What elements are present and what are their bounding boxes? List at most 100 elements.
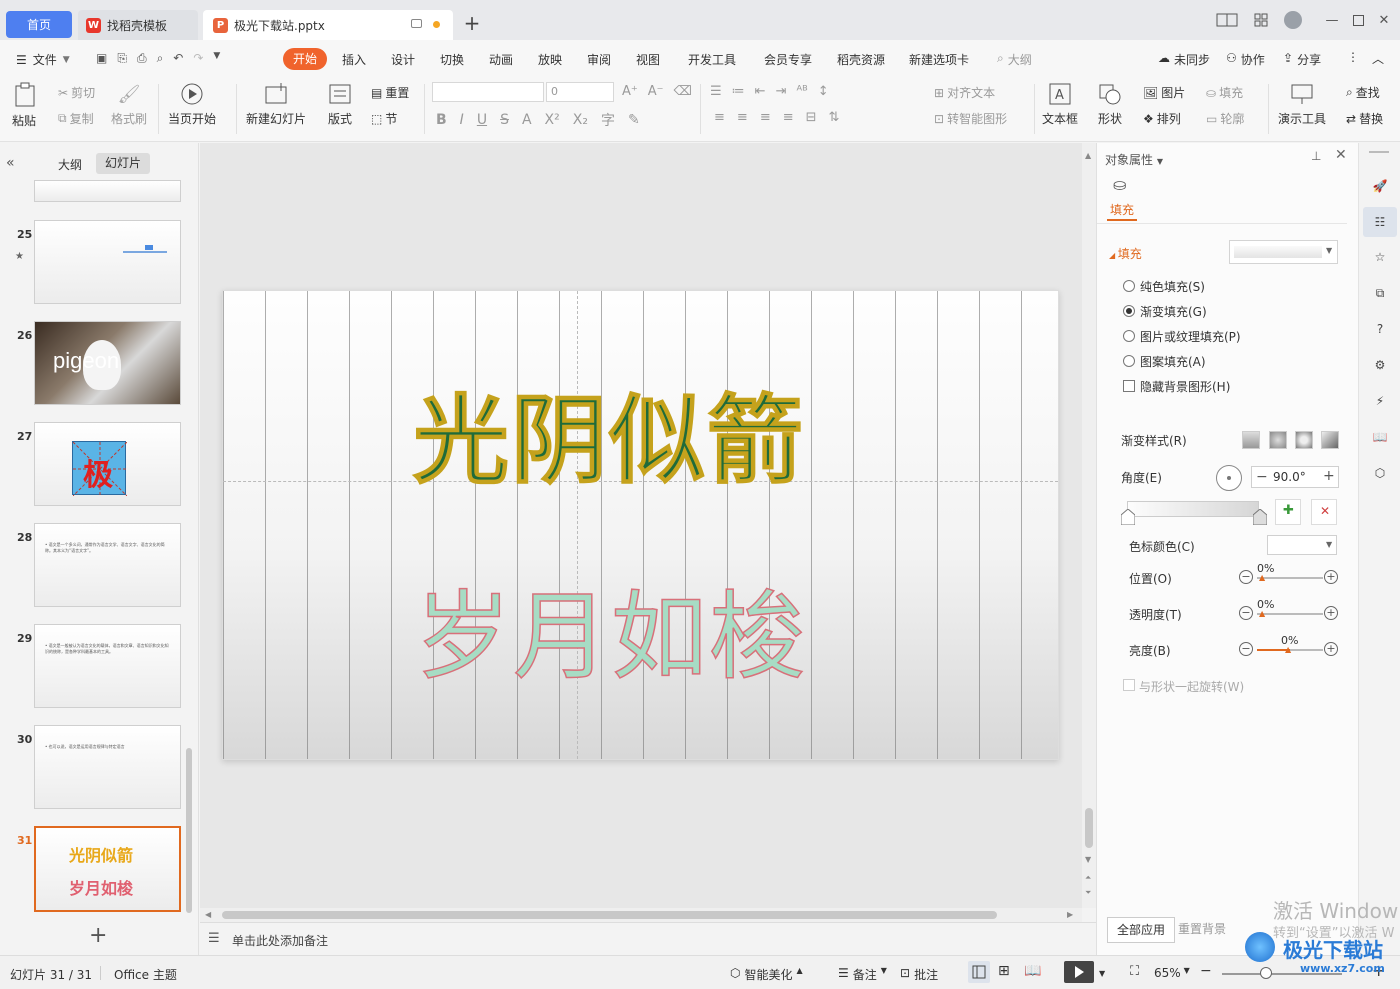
- textbox-button[interactable]: A 文本框: [1042, 82, 1078, 127]
- reading-view-icon[interactable]: 📖: [1024, 963, 1041, 979]
- minus-icon[interactable]: −: [1256, 469, 1268, 485]
- menu-tab-docer[interactable]: 稻壳资源: [837, 51, 885, 68]
- position-plus-button[interactable]: +: [1324, 570, 1338, 584]
- fill-option-gradient-radio[interactable]: [1123, 305, 1135, 317]
- chevron-down-icon[interactable]: ▼: [1099, 969, 1105, 978]
- horizontal-scroll-thumb[interactable]: [222, 911, 997, 919]
- font-size-select[interactable]: 0: [546, 82, 614, 102]
- close-icon[interactable]: ✕: [1373, 10, 1395, 30]
- customize-toolbar-icon[interactable]: ▼: [213, 51, 220, 66]
- avatar[interactable]: [1282, 10, 1304, 30]
- shape-button[interactable]: 形状: [1098, 82, 1122, 127]
- menu-tab-slideshow[interactable]: 放映: [538, 51, 562, 68]
- file-menu[interactable]: ☰ 文件 ▼: [16, 51, 70, 68]
- slide-thumbnail-28[interactable]: • 语文是一个多义词，通常作为语言文学、语言文字、语言文化的简称。其本义为“语言…: [34, 523, 181, 607]
- undo-icon[interactable]: ↶: [173, 51, 183, 66]
- thumbnail-scrollbar[interactable]: [186, 748, 192, 913]
- minimize-icon[interactable]: —: [1321, 10, 1343, 30]
- decrease-indent-icon[interactable]: ⇤: [755, 84, 766, 99]
- fill-option-pattern-radio[interactable]: [1123, 355, 1135, 367]
- layout-switch-icon[interactable]: [1216, 10, 1238, 30]
- layout-button[interactable]: 版式: [328, 82, 352, 127]
- next-slide-icon[interactable]: ⏷: [1085, 888, 1091, 898]
- menu-tab-animation[interactable]: 动画: [489, 51, 513, 68]
- plus-icon[interactable]: +: [1323, 468, 1335, 484]
- slide-thumbnail-27[interactable]: 极: [34, 422, 181, 506]
- new-tab-button[interactable]: +: [462, 13, 482, 33]
- align-right-icon[interactable]: ≡: [760, 110, 771, 125]
- fill-option-solid-radio[interactable]: [1123, 280, 1135, 292]
- export-pdf-icon[interactable]: ⎘: [117, 51, 127, 66]
- print-preview-icon[interactable]: ⌕: [157, 51, 164, 66]
- menu-tab-insert[interactable]: 插入: [342, 51, 366, 68]
- align-center-icon[interactable]: ≡: [737, 110, 748, 125]
- slide-thumbnail-25[interactable]: [34, 220, 181, 304]
- menu-tab-member[interactable]: 会员专享: [764, 51, 812, 68]
- increase-indent-icon[interactable]: ⇥: [776, 84, 787, 99]
- current-slide[interactable]: 光阴似箭 岁月如梭: [222, 290, 1059, 760]
- gradient-stop-right[interactable]: [1253, 509, 1267, 525]
- redo-icon[interactable]: ↷: [193, 51, 203, 66]
- smart-icon[interactable]: ⚙: [1370, 355, 1390, 375]
- clear-format-icon[interactable]: ⌫: [674, 84, 692, 99]
- close-panel-icon[interactable]: ✕: [1335, 147, 1347, 163]
- collapse-panel-icon[interactable]: «: [6, 155, 15, 171]
- zoom-out-icon[interactable]: −: [1200, 963, 1212, 979]
- maximize-icon[interactable]: [1347, 10, 1369, 30]
- slide-sorter-view-icon[interactable]: ⊞: [998, 963, 1010, 979]
- zoom-slider-thumb[interactable]: [1260, 967, 1272, 979]
- reset-button[interactable]: ▤ 重置: [371, 84, 409, 101]
- notes-toggle-button[interactable]: ☰ 备注 ▼: [838, 966, 887, 983]
- hide-background-checkbox[interactable]: [1123, 380, 1135, 392]
- slide-thumbnail-30[interactable]: • 也可以说，语文是运用语言规律与特定语言: [34, 725, 181, 809]
- slide-thumbnail[interactable]: [34, 180, 181, 202]
- gradient-stops-bar[interactable]: [1127, 501, 1259, 517]
- gradient-path-button[interactable]: [1321, 431, 1339, 449]
- convert-smartart-button[interactable]: ⊡ 转智能图形: [934, 110, 1007, 127]
- comments-button[interactable]: ⊡ 批注: [900, 966, 938, 983]
- add-slide-button[interactable]: +: [89, 923, 107, 948]
- slideshow-play-button[interactable]: [1064, 961, 1094, 983]
- strikethrough-icon[interactable]: S: [500, 112, 509, 128]
- fill-button[interactable]: ⛀ 填充: [1206, 84, 1243, 101]
- sliders-icon[interactable]: ☷: [1370, 212, 1390, 232]
- theme-name[interactable]: Office 主题: [114, 966, 177, 983]
- play-from-current-button[interactable]: 当页开始: [168, 82, 216, 127]
- gradient-radial-button[interactable]: [1269, 431, 1287, 449]
- text-direction-icon[interactable]: ᴬᴮ: [796, 84, 807, 99]
- transparency-slider[interactable]: [1257, 613, 1323, 615]
- fit-window-icon[interactable]: ⛶: [1130, 964, 1139, 979]
- lightning-icon[interactable]: ⚡: [1370, 391, 1390, 411]
- collapse-ribbon-icon[interactable]: ︿: [1372, 50, 1384, 67]
- arrange-button[interactable]: ❖ 排列: [1143, 110, 1181, 127]
- apps-grid-icon[interactable]: [1250, 10, 1272, 30]
- smart-beautify-button[interactable]: ⬡ 智能美化 ▲: [730, 966, 803, 983]
- rotate-with-shape-checkbox[interactable]: [1123, 679, 1135, 691]
- cut-button[interactable]: ✂ 剪切: [58, 84, 95, 101]
- menu-tab-design[interactable]: 设计: [391, 51, 415, 68]
- outline-button[interactable]: ▭ 轮廓: [1206, 110, 1244, 127]
- search-box[interactable]: ⌕ 大纲: [997, 51, 1032, 68]
- pin-icon[interactable]: ⊥: [1311, 149, 1321, 163]
- slide-title-text[interactable]: 光阴似箭: [412, 363, 805, 502]
- remove-gradient-stop-button[interactable]: ✕: [1311, 499, 1337, 525]
- rocket-icon[interactable]: 🚀: [1370, 176, 1390, 196]
- menu-tab-developer[interactable]: 开发工具: [688, 51, 736, 68]
- slide-subtitle-text[interactable]: 岁月如梭: [414, 559, 807, 698]
- help-icon[interactable]: ?: [1370, 319, 1390, 339]
- add-gradient-stop-button[interactable]: ✚: [1275, 499, 1301, 525]
- subscript-icon[interactable]: X₂: [573, 112, 588, 128]
- phonetic-icon[interactable]: 字: [601, 110, 615, 130]
- menu-tab-transition[interactable]: 切换: [440, 51, 464, 68]
- gradient-linear-button[interactable]: [1242, 431, 1260, 449]
- align-text-button[interactable]: ⊞ 对齐文本: [934, 84, 995, 101]
- brightness-plus-button[interactable]: +: [1324, 642, 1338, 656]
- angle-value[interactable]: 90.0°: [1273, 470, 1306, 484]
- decrease-font-icon[interactable]: A⁻: [648, 84, 664, 99]
- slide-thumbnail-31[interactable]: 光阴似箭 岁月如梭: [34, 826, 181, 912]
- new-slide-button[interactable]: 新建幻灯片: [246, 82, 306, 127]
- menu-tab-review[interactable]: 审阅: [587, 51, 611, 68]
- find-button[interactable]: ⌕ 查找: [1346, 84, 1380, 101]
- menu-tab-new[interactable]: 新建选项卡: [909, 51, 969, 68]
- notes-area[interactable]: ☰ 单击此处添加备注: [200, 922, 1096, 955]
